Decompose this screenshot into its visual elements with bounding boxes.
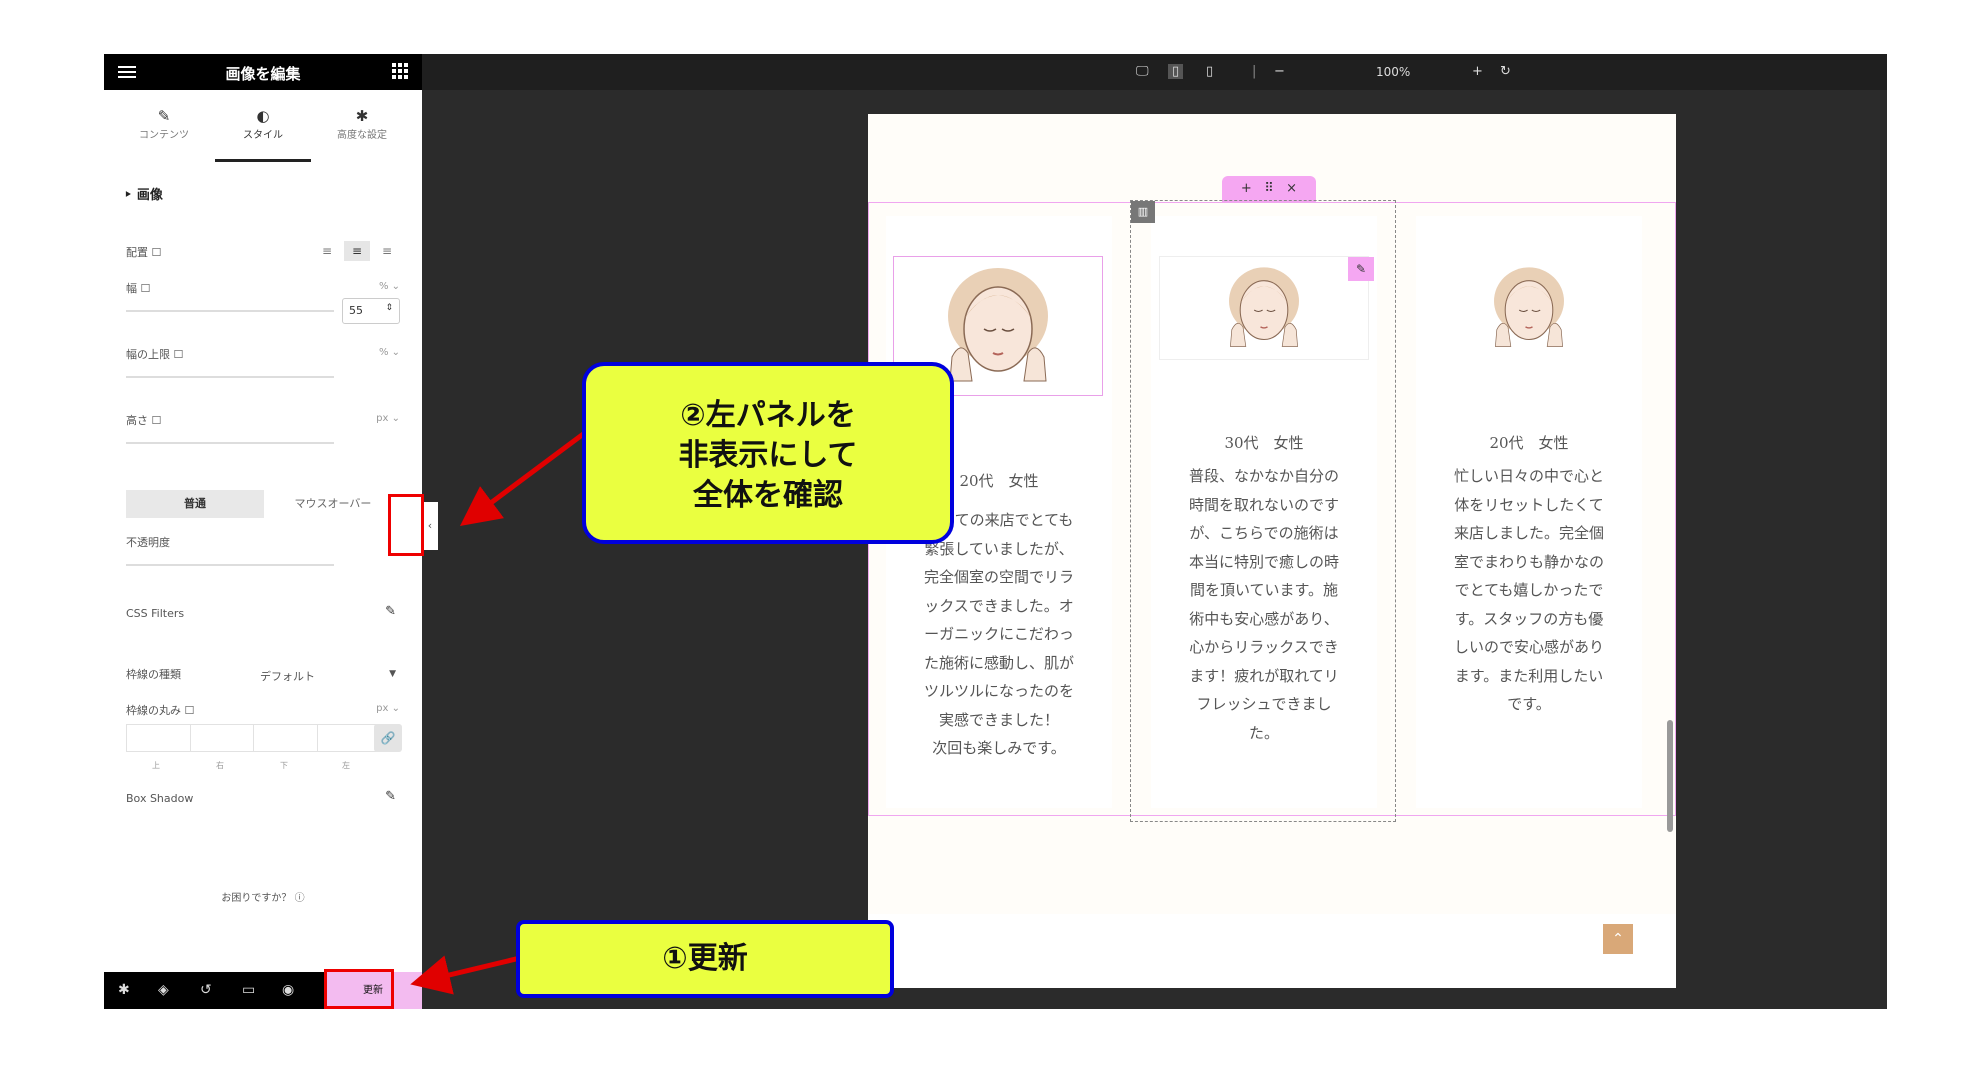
annotation-arrows: [410, 429, 588, 995]
arrow-to-update: [410, 955, 521, 995]
callout-hide-panel: ②左パネルを 非表示にして 全体を確認: [582, 362, 954, 544]
arrow-to-collapse: [459, 429, 588, 526]
callout-update: ①更新: [516, 920, 894, 998]
